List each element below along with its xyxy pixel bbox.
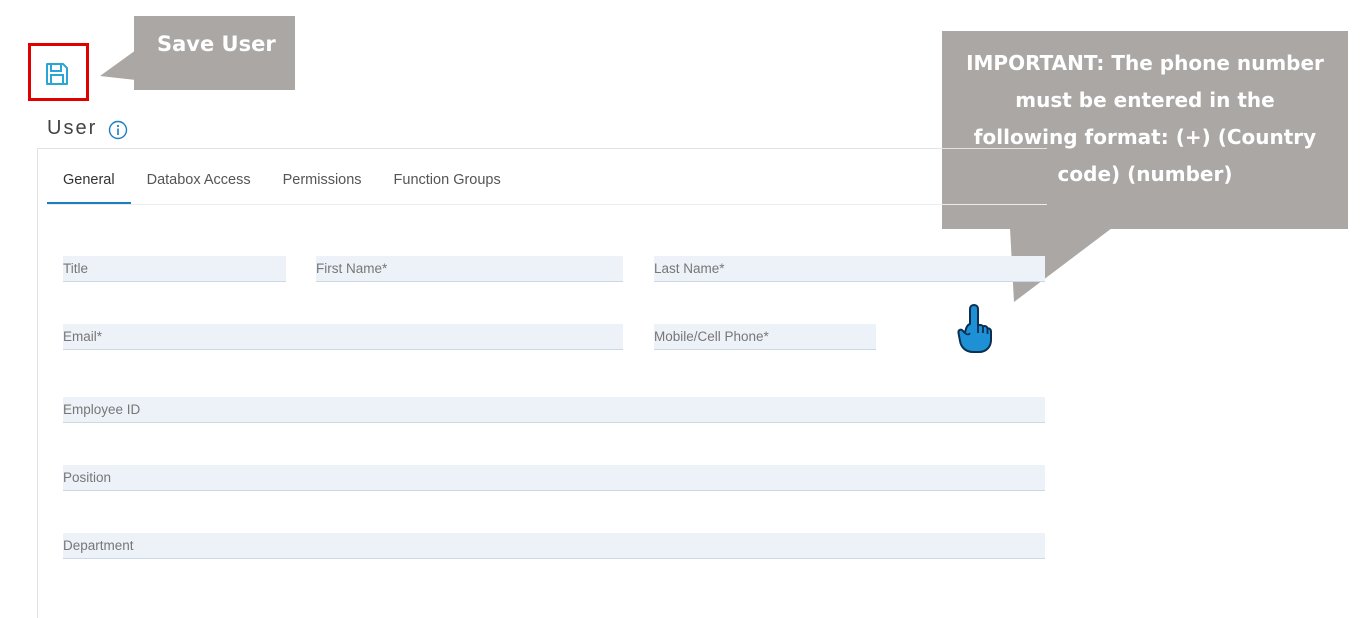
tab-divider bbox=[47, 204, 1047, 205]
email-field[interactable]: Email* bbox=[63, 324, 623, 350]
position-field[interactable]: Position bbox=[63, 465, 1045, 491]
tab-bar: General Databox Access Permissions Funct… bbox=[47, 160, 517, 205]
tab-function-groups[interactable]: Function Groups bbox=[378, 160, 517, 205]
save-user-button[interactable] bbox=[42, 59, 72, 89]
callout-save-tail bbox=[100, 50, 136, 80]
save-user-callout: Save User bbox=[134, 16, 295, 90]
info-circle-icon[interactable] bbox=[108, 120, 128, 140]
first-name-field[interactable]: First Name* bbox=[316, 256, 623, 282]
department-field[interactable]: Department bbox=[63, 533, 1045, 559]
tab-general[interactable]: General bbox=[47, 160, 131, 205]
employee-id-field[interactable]: Employee ID bbox=[63, 397, 1045, 423]
title-field[interactable]: Title bbox=[63, 256, 286, 282]
tab-databox-access[interactable]: Databox Access bbox=[131, 160, 267, 205]
mobile-phone-field[interactable]: Mobile/Cell Phone* bbox=[654, 324, 876, 350]
tab-permissions[interactable]: Permissions bbox=[267, 160, 378, 205]
floppy-disk-icon bbox=[46, 63, 68, 85]
page-title: User bbox=[47, 117, 98, 139]
pointing-hand-icon bbox=[957, 304, 992, 353]
last-name-field[interactable]: Last Name* bbox=[654, 256, 1045, 282]
